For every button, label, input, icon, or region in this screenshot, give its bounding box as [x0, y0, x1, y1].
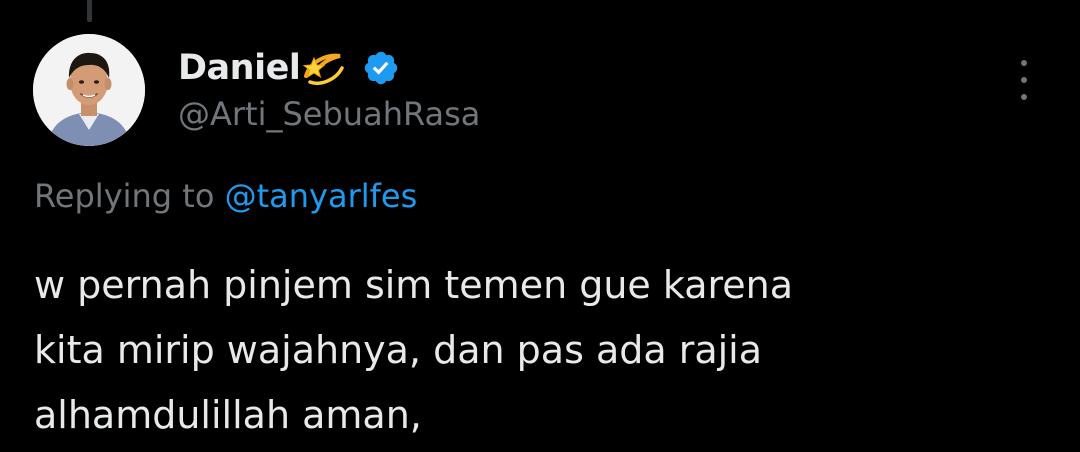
more-dot: [1021, 94, 1027, 100]
author-handle[interactable]: @Arti_SebuahRasa: [178, 95, 480, 133]
reply-context: Replying to @tanyarlfes: [34, 177, 417, 215]
author-display-name[interactable]: Daniel: [178, 48, 301, 88]
dizzy-star-emoji-icon: [300, 46, 348, 90]
verified-badge-icon[interactable]: [362, 49, 400, 87]
avatar-image: [33, 34, 145, 146]
reply-mention-link[interactable]: @tanyarlfes: [225, 177, 418, 215]
tweet-text: w pernah pinjem sim temen gue karena kit…: [34, 263, 794, 437]
author-name-row: Daniel: [178, 44, 400, 92]
more-dot: [1021, 60, 1027, 66]
more-options-icon[interactable]: [1014, 60, 1034, 100]
reply-prefix: Replying to: [34, 177, 215, 215]
avatar[interactable]: [33, 34, 145, 146]
thread-connector-line: [87, 0, 92, 22]
more-dot: [1021, 77, 1027, 83]
